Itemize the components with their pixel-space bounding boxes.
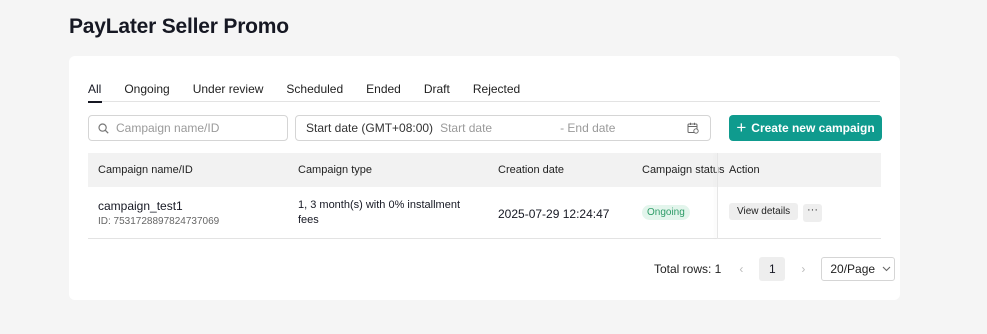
create-campaign-label: Create new campaign — [751, 121, 875, 135]
tab-rejected[interactable]: Rejected — [473, 82, 543, 102]
campaign-name: campaign_test1 — [98, 199, 183, 213]
campaign-name-cell: campaign_test1 ID: 7531728897824737069 — [98, 199, 219, 227]
view-details-button[interactable]: View details — [729, 203, 799, 220]
tab-draft[interactable]: Draft — [424, 82, 473, 102]
page-size-select[interactable]: 20/Page — [821, 257, 896, 281]
page-number[interactable]: 1 — [759, 257, 786, 281]
more-actions-button[interactable]: ··· — [803, 204, 822, 222]
table-header: Campaign name/ID Campaign type Creation … — [88, 153, 881, 187]
status-tabs: All Ongoing Under review Scheduled Ended… — [88, 82, 880, 103]
chevron-down-icon — [882, 266, 891, 272]
date-range-label: Start date (GMT+08:00) — [306, 121, 434, 135]
calendar-icon[interactable] — [687, 122, 699, 134]
search-box[interactable] — [88, 115, 288, 141]
tab-scheduled[interactable]: Scheduled — [286, 82, 366, 102]
campaign-id: ID: 7531728897824737069 — [98, 216, 220, 227]
end-date-field[interactable]: - End date — [560, 121, 685, 135]
col-campaign-type: Campaign type — [298, 164, 372, 176]
start-date-field[interactable]: Start date — [440, 121, 560, 135]
col-creation-date: Creation date — [498, 164, 565, 176]
next-page-icon[interactable]: › — [791, 262, 815, 276]
page-size-value: 20/Page — [830, 262, 876, 276]
page-title: PayLater Seller Promo — [69, 15, 289, 38]
sticky-column-divider — [717, 153, 718, 239]
create-campaign-button[interactable]: + Create new campaign — [729, 115, 882, 141]
col-campaign-name: Campaign name/ID — [98, 164, 193, 176]
pagination: Total rows: 1 ‹ 1 › 20/Page — [654, 257, 896, 281]
col-campaign-status: Campaign status — [642, 164, 725, 176]
tab-under-review[interactable]: Under review — [193, 82, 287, 102]
status-badge: Ongoing — [642, 205, 690, 220]
search-input[interactable] — [116, 121, 276, 135]
plus-icon: + — [736, 118, 747, 137]
search-icon — [98, 122, 109, 134]
campaign-card: All Ongoing Under review Scheduled Ended… — [69, 56, 900, 300]
prev-page-icon[interactable]: ‹ — [729, 262, 753, 276]
col-action: Action — [729, 164, 760, 176]
date-range-picker[interactable]: Start date (GMT+08:00) Start date - End … — [295, 115, 711, 141]
tab-all[interactable]: All — [88, 82, 124, 103]
tab-ended[interactable]: Ended — [366, 82, 424, 102]
campaign-table: Campaign name/ID Campaign type Creation … — [88, 153, 881, 239]
creation-date: 2025-07-29 12:24:47 — [498, 207, 610, 221]
tab-ongoing[interactable]: Ongoing — [124, 82, 192, 102]
total-rows: Total rows: 1 — [654, 262, 722, 276]
campaign-type: 1, 3 month(s) with 0% installment fees — [298, 199, 461, 226]
table-row: campaign_test1 ID: 7531728897824737069 1… — [88, 187, 881, 239]
